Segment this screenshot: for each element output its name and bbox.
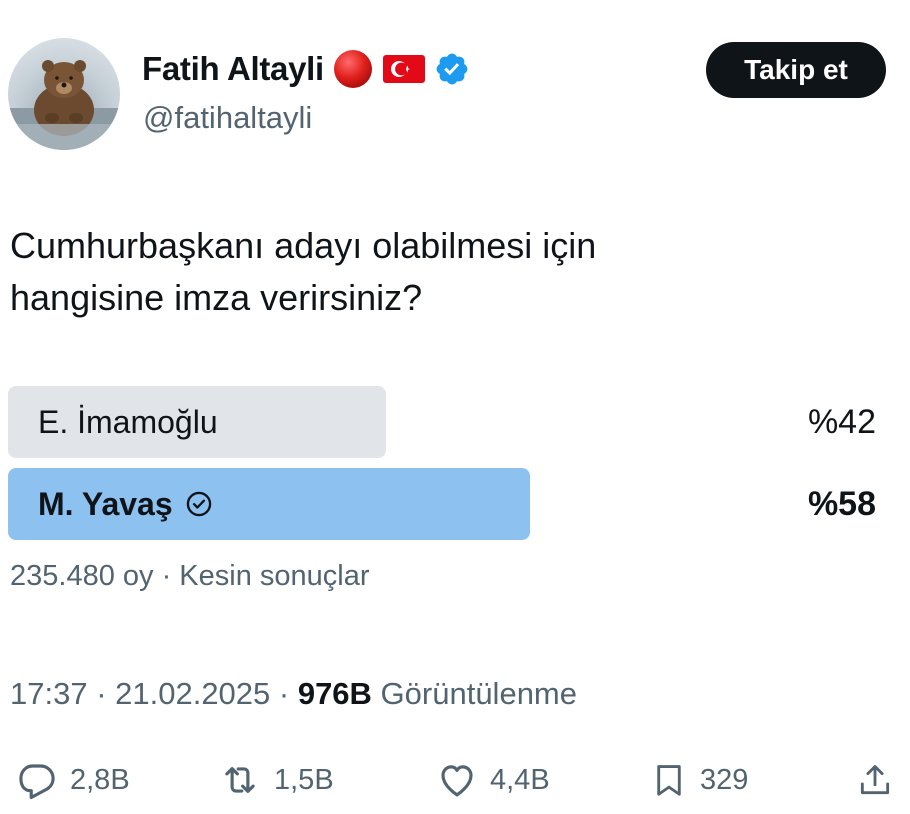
tweet-card: Fatih Altayli @fatihaltayli Takip et Cum…	[0, 0, 910, 814]
reply-count: 2,8B	[70, 763, 130, 796]
follow-button[interactable]: Takip et	[706, 42, 886, 98]
like-count: 4,4B	[490, 763, 550, 796]
bear-photo	[8, 60, 120, 150]
timestamp[interactable]: 17:37 · 21.02.2025 ·	[10, 676, 298, 711]
poll-meta: 235.480 oy · Kesin sonuçlar	[10, 560, 370, 592]
verified-badge-icon[interactable]	[434, 51, 470, 87]
bookmark-button[interactable]: 329	[650, 750, 748, 810]
display-name[interactable]: Fatih Altayli	[142, 50, 324, 88]
poll-option-percent: %58	[807, 484, 876, 523]
author-name-row: Fatih Altayli	[142, 44, 470, 94]
retweet-icon	[225, 767, 255, 793]
red-circle-emoji-icon	[333, 50, 372, 88]
poll-option-label: M. Yavaş	[38, 468, 213, 540]
poll-option-yavas: M. Yavaş %58	[8, 468, 888, 540]
poll-option-imamoglu: E. İmamoğlu %42	[8, 386, 888, 458]
check-circle-icon	[186, 491, 211, 517]
reply-icon	[19, 764, 55, 800]
like-button[interactable]: 4,4B	[436, 750, 550, 810]
views-count: 976B	[297, 676, 372, 711]
tweet-text: Cumhurbaşkanı adayı olabilmesi için hang…	[10, 220, 830, 324]
poll-option-label: E. İmamoğlu	[38, 403, 218, 440]
tweet-text-line: Cumhurbaşkanı adayı olabilmesi için	[10, 225, 597, 266]
retweet-button[interactable]: 1,5B	[218, 750, 334, 810]
share-icon	[860, 765, 890, 795]
bookmark-icon	[657, 765, 681, 796]
action-bar: 2,8B 1,5B 4,4B 329	[0, 750, 910, 810]
avatar[interactable]	[8, 38, 120, 150]
views-label: Görüntülenme	[371, 676, 577, 711]
heart-icon	[441, 765, 473, 797]
turkey-flag-icon	[382, 55, 425, 83]
bookmark-count: 329	[700, 763, 749, 796]
retweet-count: 1,5B	[274, 763, 334, 796]
tweet-text-line: hangisine imza verirsiniz?	[10, 277, 423, 318]
reply-button[interactable]: 2,8B	[16, 750, 130, 810]
poll-option-percent: %42	[807, 402, 876, 441]
timestamp-row: 17:37 · 21.02.2025 · 976B Görüntülenme	[10, 676, 577, 712]
handle[interactable]: @fatihaltayli	[143, 100, 312, 136]
share-button[interactable]	[856, 750, 894, 810]
